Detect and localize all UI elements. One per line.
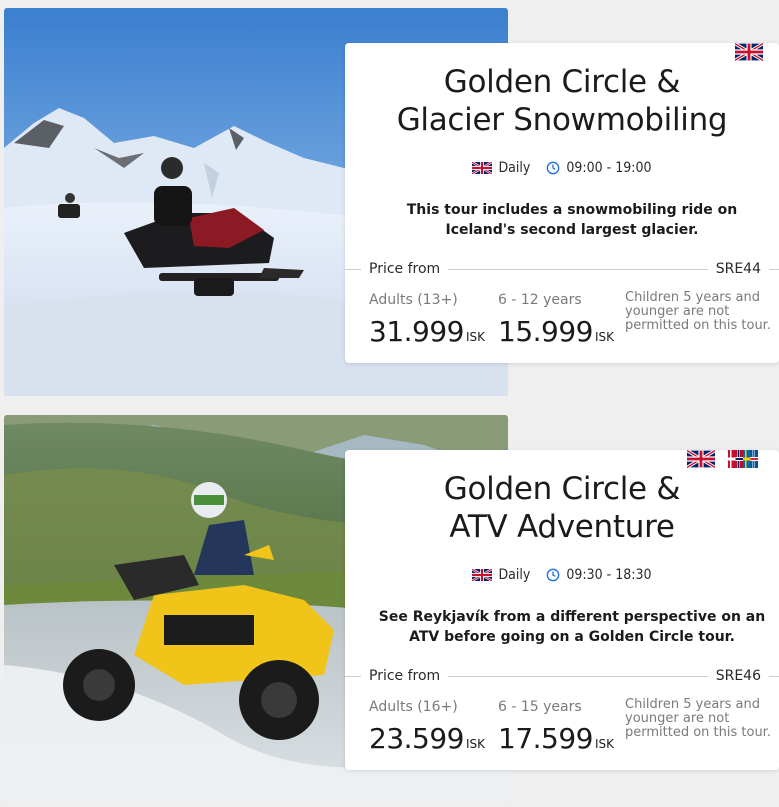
language-flags (735, 43, 763, 61)
adult-price-block: Adults (13+) 31.999 ISK (369, 291, 485, 348)
tour-info-panel: Golden Circle & Glacier Snowmobiling Dai… (345, 43, 779, 363)
tour-card-snowmobiling[interactable]: Golden Circle & Glacier Snowmobiling Dai… (0, 8, 779, 400)
tour-title-line2: ATV Adventure (449, 509, 675, 545)
adult-age-label: Adults (16+) (369, 699, 458, 715)
currency: ISK (465, 737, 486, 751)
child-price: 15.999 (498, 315, 593, 348)
clock-icon (547, 161, 560, 175)
uk-flag-icon (687, 450, 715, 468)
child-price-block: 6 - 15 years 17.599 ISK (498, 698, 614, 755)
schedule-frequency: Daily (498, 160, 531, 176)
price-divider: Price from SRE44 (345, 259, 779, 279)
tour-title-line1: Golden Circle & (443, 64, 681, 100)
tour-info-panel: Golden Circle & ATV Adventure Daily 09:3… (345, 450, 779, 770)
price-divider: Price from SRE46 (345, 666, 779, 686)
child-price: 17.599 (498, 722, 593, 755)
child-price-block: 6 - 12 years 15.999 ISK (498, 291, 614, 348)
tour-schedule: Daily 09:30 - 18:30 (345, 567, 779, 583)
currency: ISK (594, 737, 615, 751)
tour-title[interactable]: Golden Circle & ATV Adventure (345, 470, 779, 546)
schedule-time: 09:30 - 18:30 (566, 567, 652, 583)
tour-card-atv[interactable]: Golden Circle & ATV Adventure Daily 09:3… (0, 415, 779, 807)
uk-flag-icon (735, 43, 763, 61)
schedule-time: 09:00 - 19:00 (566, 160, 652, 176)
clock-icon (547, 568, 560, 582)
schedule-frequency: Daily (498, 567, 531, 583)
tour-schedule: Daily 09:00 - 19:00 (345, 160, 779, 176)
tour-title-line2: Glacier Snowmobiling (396, 102, 728, 138)
price-from-label: Price from (361, 666, 449, 686)
adult-price: 31.999 (369, 315, 464, 348)
uk-flag-icon (472, 162, 493, 174)
price-from-label: Price from (361, 259, 449, 279)
adult-price-block: Adults (16+) 23.599 ISK (369, 698, 485, 755)
currency: ISK (465, 330, 486, 344)
age-restriction-note: Children 5 years and younger are not per… (625, 697, 771, 740)
nordic-flags-icon (728, 450, 758, 468)
tour-title-line1: Golden Circle & (443, 471, 681, 507)
tour-title[interactable]: Golden Circle & Glacier Snowmobiling (345, 63, 779, 139)
uk-flag-icon (472, 569, 493, 581)
language-flags (687, 450, 763, 468)
child-age-label: 6 - 12 years (498, 292, 582, 308)
adult-age-label: Adults (13+) (369, 292, 458, 308)
adult-price: 23.599 (369, 722, 464, 755)
age-restriction-note: Children 5 years and younger are not per… (625, 290, 771, 333)
tour-code: SRE46 (707, 666, 769, 686)
currency: ISK (594, 330, 615, 344)
tour-description: This tour includes a snowmobiling ride o… (406, 202, 738, 238)
tour-code: SRE44 (707, 259, 769, 279)
tour-description: See Reykjavík from a different perspecti… (378, 609, 766, 645)
child-age-label: 6 - 15 years (498, 699, 582, 715)
